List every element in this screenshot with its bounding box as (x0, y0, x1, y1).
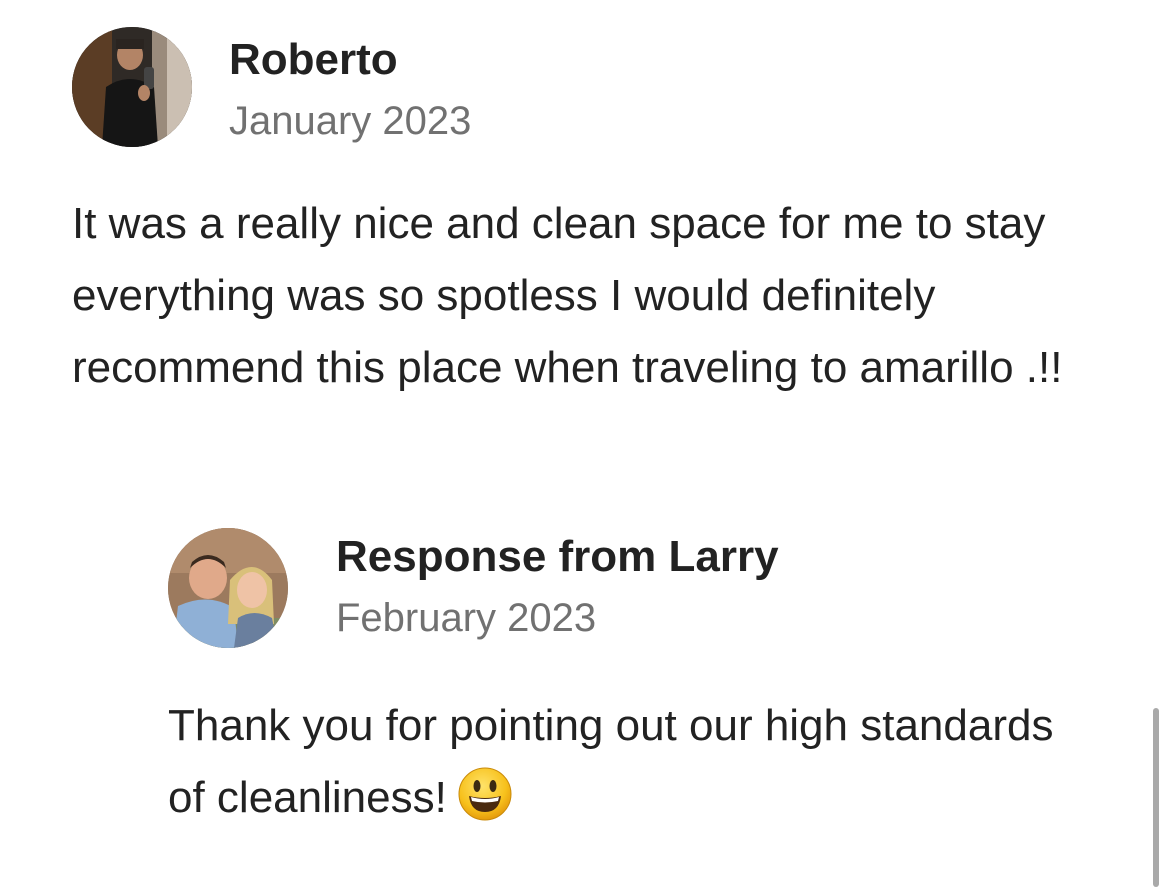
response-title: Response from Larry (336, 532, 779, 581)
host-avatar[interactable] (168, 528, 288, 648)
smiley-emoji-icon (457, 766, 513, 822)
review-date: January 2023 (229, 99, 472, 143)
response-date: February 2023 (336, 596, 597, 640)
scrollbar-thumb[interactable] (1153, 708, 1159, 887)
reviewer-photo (72, 27, 192, 147)
review-text: It was a really nice and clean space for… (72, 199, 1063, 392)
response-text: Thank you for pointing out our high stan… (168, 701, 1054, 822)
host-photo (168, 528, 288, 648)
review-card: Roberto January 2023 It was a really nic… (0, 0, 1170, 887)
response-text-block: Thank you for pointing out our high stan… (168, 690, 1068, 834)
reviewer-avatar[interactable] (72, 27, 192, 147)
reviewer-name: Roberto (229, 35, 398, 84)
